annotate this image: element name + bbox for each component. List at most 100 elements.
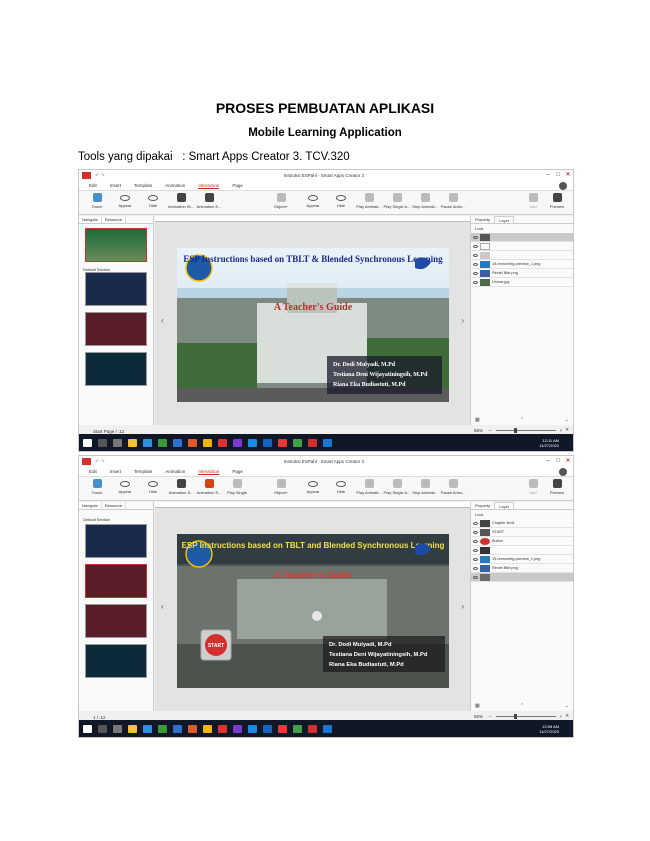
ribbon-touch[interactable]: Touch <box>83 193 111 209</box>
visibility-icon[interactable] <box>473 539 478 543</box>
app-icon[interactable] <box>323 724 332 733</box>
app-icon[interactable] <box>263 438 272 447</box>
app-icon[interactable] <box>158 724 167 733</box>
app-icon[interactable] <box>278 724 287 733</box>
move-up-icon[interactable]: ⌃ <box>520 703 524 709</box>
zoom-slider[interactable] <box>495 713 556 719</box>
tab-layer[interactable]: Layer <box>494 216 515 223</box>
page-thumbnail[interactable] <box>85 564 147 598</box>
help-icon[interactable] <box>559 181 567 190</box>
ribbon-appear-2[interactable]: Appear <box>299 479 327 494</box>
menu-edit[interactable]: Edit <box>89 183 97 188</box>
visibility-icon[interactable] <box>473 548 478 552</box>
slide-canvas[interactable]: ESP Instructions based on TBLT & Blended… <box>177 248 449 402</box>
ribbon-appear[interactable]: Appear <box>111 193 139 208</box>
app-icon[interactable] <box>203 438 212 447</box>
menu-animation[interactable]: Animation <box>165 469 185 474</box>
zoom-in-icon[interactable]: + <box>560 428 563 433</box>
tab-property[interactable]: Property <box>471 502 494 509</box>
move-up-icon[interactable]: ⌃ <box>520 417 524 423</box>
fit-icon[interactable]: ✕ <box>565 427 569 433</box>
menu-edit[interactable]: Edit <box>89 469 97 474</box>
app-icon[interactable] <box>248 724 257 733</box>
visibility-icon[interactable] <box>473 262 478 266</box>
visibility-icon[interactable] <box>473 575 478 579</box>
menu-template[interactable]: Template <box>134 469 152 474</box>
app-icon[interactable] <box>158 438 167 447</box>
prev-page-icon[interactable]: ‹ <box>161 602 164 611</box>
menu-animation[interactable]: Animation <box>165 183 185 188</box>
menu-insert[interactable]: Insert <box>110 183 121 188</box>
menu-template[interactable]: Template <box>134 183 152 188</box>
menu-page[interactable]: Page <box>232 469 243 474</box>
visibility-icon[interactable] <box>473 253 478 257</box>
taskview-icon[interactable] <box>113 438 122 447</box>
start-icon[interactable] <box>83 724 92 733</box>
app-icon[interactable] <box>233 438 242 447</box>
ribbon-play-single[interactable]: Play Single <box>223 479 251 495</box>
app-icon[interactable] <box>263 724 272 733</box>
search-icon[interactable] <box>98 724 107 733</box>
app-icon[interactable] <box>143 724 152 733</box>
page-thumbnail[interactable] <box>85 228 147 262</box>
tab-navigate[interactable]: Navigate <box>79 502 102 509</box>
slide-canvas[interactable]: ESP Instructions based on TBLT and Blend… <box>177 534 449 688</box>
ribbon-animation-start[interactable]: Animation St... <box>167 193 195 209</box>
search-icon[interactable] <box>98 438 107 447</box>
tab-resource[interactable]: Resource <box>102 216 126 223</box>
prev-page-icon[interactable]: ‹ <box>161 316 164 325</box>
lock-label[interactable]: Lock <box>471 224 573 233</box>
visibility-icon[interactable] <box>473 521 478 525</box>
ribbon-play-single[interactable]: Play Single A... <box>383 193 411 209</box>
layer-row[interactable]: Chapter text1 <box>471 519 573 528</box>
ribbon-hide-2[interactable]: Hide <box>327 193 355 208</box>
maximize-icon[interactable]: □ <box>553 457 563 466</box>
zoom-out-icon[interactable]: – <box>489 714 492 719</box>
layer-row[interactable]: Rectel Bite.png <box>471 269 573 278</box>
zoom-slider[interactable] <box>495 427 556 433</box>
app-icon[interactable] <box>278 438 287 447</box>
next-page-icon[interactable]: › <box>461 602 464 611</box>
help-icon[interactable] <box>559 467 567 476</box>
page-thumbnail[interactable] <box>85 312 147 346</box>
app-icon[interactable] <box>248 438 257 447</box>
minimize-icon[interactable]: – <box>543 171 553 180</box>
ribbon-pause-animation[interactable]: Pause Anim... <box>439 193 467 209</box>
taskview-icon[interactable] <box>113 724 122 733</box>
zoom-in-icon[interactable]: + <box>560 714 563 719</box>
quick-access-icon[interactable]: ↶ ↷ <box>95 459 105 465</box>
app-icon[interactable] <box>188 438 197 447</box>
layer-row[interactable] <box>471 251 573 260</box>
app-icon[interactable] <box>293 724 302 733</box>
ribbon-appear[interactable]: Appear <box>111 479 139 494</box>
ribbon-pause-animation[interactable]: Pause Anim... <box>439 479 467 495</box>
layer-row[interactable]: START <box>471 528 573 537</box>
tab-layer[interactable]: Layer <box>494 502 515 509</box>
app-icon[interactable] <box>173 724 182 733</box>
visibility-icon[interactable] <box>473 530 478 534</box>
explorer-icon[interactable] <box>128 438 137 447</box>
zoom-out-icon[interactable]: – <box>489 428 492 433</box>
ribbon-animation-start[interactable]: Animation S... <box>167 479 195 495</box>
minimize-icon[interactable]: – <box>543 457 553 466</box>
menu-interaction[interactable]: Interaction <box>198 469 220 475</box>
ribbon-stop-animation[interactable]: Stop Animati... <box>411 479 439 495</box>
ribbon-animation-end[interactable]: Animation E... <box>195 479 223 495</box>
ribbon-preview[interactable]: Preview <box>543 479 571 495</box>
ribbon-play-animation[interactable]: Play Animati... <box>355 479 383 495</box>
ribbon-play-animation[interactable]: Play Animati... <box>355 193 383 209</box>
layer-row[interactable] <box>471 546 573 555</box>
next-page-icon[interactable]: › <box>461 316 464 325</box>
tab-navigate[interactable]: Navigate <box>79 216 102 223</box>
start-icon[interactable] <box>83 438 92 447</box>
app-icon[interactable] <box>293 438 302 447</box>
app-icon[interactable] <box>218 724 227 733</box>
layer-row[interactable]: Button <box>471 537 573 546</box>
ribbon-object[interactable]: Object+ <box>267 193 295 209</box>
fit-icon[interactable]: ✕ <box>565 713 569 719</box>
ribbon-hide-2[interactable]: Hide <box>327 479 355 494</box>
maximize-icon[interactable]: □ <box>553 171 563 180</box>
delete-icon[interactable]: ▦ <box>475 703 480 709</box>
page-thumbnail[interactable] <box>85 644 147 678</box>
layer-row[interactable]: 19-removebg-preview_1.png <box>471 260 573 269</box>
